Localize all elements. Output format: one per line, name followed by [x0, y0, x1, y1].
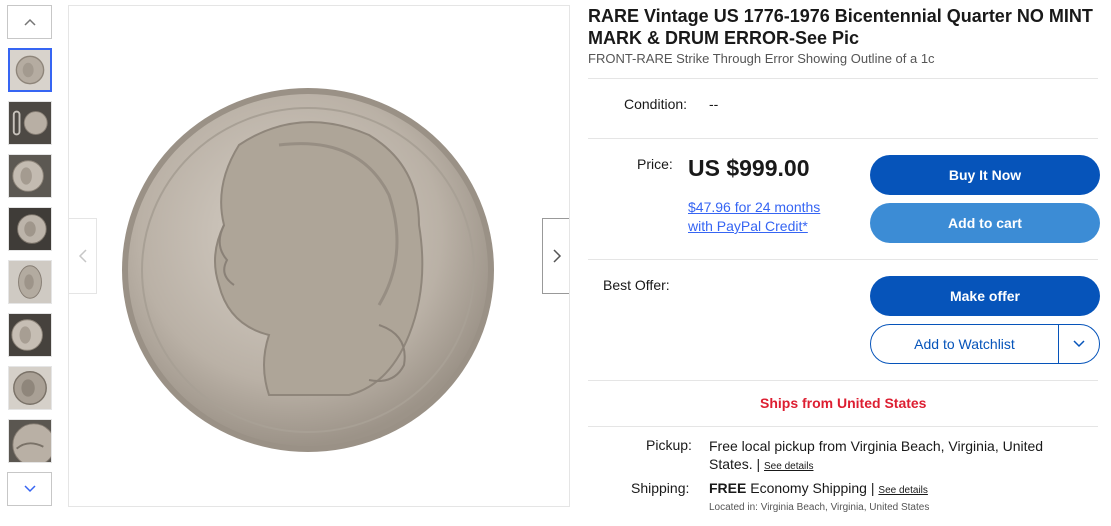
condition-value: --: [709, 96, 719, 112]
coin-thumbnail-image: [9, 367, 51, 409]
chevron-left-icon: [78, 249, 87, 263]
watchlist-control: Add to Watchlist: [870, 324, 1100, 364]
chevron-right-icon: [552, 249, 561, 263]
shipping-value: FREE Economy Shipping | See details: [709, 480, 928, 496]
price-value: US $999.00: [688, 155, 810, 181]
thumbnail-1[interactable]: [8, 48, 52, 92]
coin-thumbnail-image: [9, 420, 51, 462]
best-offer-label: Best Offer:: [603, 277, 670, 293]
chevron-down-icon: [1073, 340, 1085, 348]
coin-thumbnail-image: [9, 261, 51, 303]
pickup-see-details-link[interactable]: See details: [764, 461, 813, 472]
pickup-separator: |: [756, 456, 761, 472]
thumbnail-2[interactable]: [8, 101, 52, 145]
price-label: Price:: [637, 156, 673, 172]
thumbnail-5[interactable]: [8, 260, 52, 304]
watchlist-dropdown-button[interactable]: [1059, 325, 1099, 363]
main-image-viewer[interactable]: [68, 5, 570, 507]
listing-subtitle: FRONT-RARE Strike Through Error Showing …: [588, 51, 935, 66]
thumbnail-7[interactable]: [8, 366, 52, 410]
pickup-label: Pickup:: [646, 437, 692, 453]
condition-label: Condition:: [624, 96, 688, 112]
item-location: Located in: Virginia Beach, Virginia, Un…: [709, 502, 930, 513]
thumbnail-4[interactable]: [8, 207, 52, 251]
chevron-down-icon: [23, 485, 36, 493]
divider: [588, 78, 1098, 79]
pickup-text: Free local pickup from Virginia Beach, V…: [709, 438, 1044, 472]
shipping-method: Economy Shipping: [750, 480, 867, 496]
divider: [588, 259, 1098, 260]
thumbnail-6[interactable]: [8, 313, 52, 357]
divider: [588, 426, 1098, 427]
coin-thumbnail-image: [9, 102, 51, 144]
coin-thumbnail-image: [9, 155, 51, 197]
divider: [588, 380, 1098, 381]
pickup-value: Free local pickup from Virginia Beach, V…: [709, 437, 1079, 476]
next-image-button[interactable]: [542, 218, 569, 294]
previous-image-button[interactable]: [69, 218, 97, 294]
chevron-up-icon: [23, 18, 36, 26]
coin-main-image: [122, 88, 494, 452]
divider: [588, 138, 1098, 139]
shipping-free: FREE: [709, 480, 747, 496]
thumbnail-scroll-down-button[interactable]: [7, 472, 52, 506]
shipping-separator: |: [870, 480, 875, 496]
make-offer-button[interactable]: Make offer: [870, 276, 1100, 316]
shipping-see-details-link[interactable]: See details: [878, 485, 927, 496]
coin-thumbnail-image: [9, 314, 51, 356]
buy-it-now-button[interactable]: Buy It Now: [870, 155, 1100, 195]
add-to-cart-button[interactable]: Add to cart: [870, 203, 1100, 243]
thumbnail-3[interactable]: [8, 154, 52, 198]
listing-title: RARE Vintage US 1776-1976 Bicentennial Q…: [588, 6, 1093, 48]
thumbnail-8[interactable]: [8, 419, 52, 463]
coin-thumbnail-image: [9, 208, 51, 250]
add-to-watchlist-button[interactable]: Add to Watchlist: [871, 325, 1058, 363]
thumbnail-scroll-up-button[interactable]: [7, 5, 52, 39]
ships-from-notice: Ships from United States: [760, 395, 927, 411]
shipping-label: Shipping:: [631, 480, 690, 496]
coin-thumbnail-image: [10, 50, 50, 90]
paypal-credit-link[interactable]: $47.96 for 24 months with PayPal Credit*: [688, 198, 848, 236]
